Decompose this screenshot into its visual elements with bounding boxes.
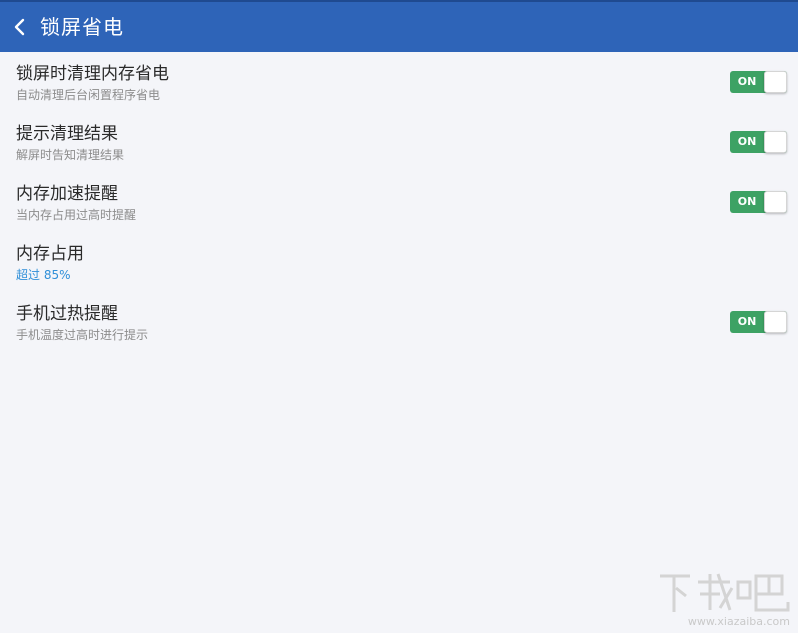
setting-subtitle: 手机温度过高时进行提示 <box>16 328 149 342</box>
setting-memory-boost-reminder[interactable]: 内存加速提醒 当内存占用过高时提醒 ON <box>0 172 798 232</box>
setting-title: 手机过热提醒 <box>16 304 118 324</box>
toggle-label: ON <box>737 75 757 88</box>
setting-title: 内存占用 <box>16 244 84 264</box>
chevron-left-icon <box>13 17 27 37</box>
setting-memory-usage-threshold[interactable]: 内存占用 超过 85% <box>0 232 798 292</box>
setting-show-clean-result[interactable]: 提示清理结果 解屏时告知清理结果 ON <box>0 112 798 172</box>
memory-threshold-value: 超过 85% <box>16 268 71 282</box>
toggle-knob <box>764 71 787 93</box>
setting-subtitle: 解屏时告知清理结果 <box>16 148 125 162</box>
setting-title: 内存加速提醒 <box>16 184 118 204</box>
back-button[interactable] <box>0 1 40 53</box>
watermark-url: www.xiazaiba.com <box>687 615 790 628</box>
overheat-reminder-toggle[interactable]: ON <box>730 311 787 333</box>
lock-clean-memory-toggle[interactable]: ON <box>730 71 787 93</box>
setting-lock-clean-memory[interactable]: 锁屏时清理内存省电 自动清理后台闲置程序省电 ON <box>0 52 798 112</box>
toggle-knob <box>764 131 787 153</box>
watermark: www.xiazaiba.com <box>654 568 794 630</box>
memory-boost-reminder-toggle[interactable]: ON <box>730 191 787 213</box>
show-clean-result-toggle[interactable]: ON <box>730 131 787 153</box>
setting-title: 锁屏时清理内存省电 <box>16 64 169 84</box>
setting-overheat-reminder[interactable]: 手机过热提醒 手机温度过高时进行提示 ON <box>0 292 798 352</box>
toggle-label: ON <box>737 195 757 208</box>
toggle-label: ON <box>737 135 757 148</box>
watermark-logo <box>660 573 790 612</box>
settings-list: 锁屏时清理内存省电 自动清理后台闲置程序省电 ON 提示清理结果 解屏时告知清理… <box>0 52 798 352</box>
setting-subtitle: 自动清理后台闲置程序省电 <box>16 88 161 102</box>
setting-title: 提示清理结果 <box>16 124 118 144</box>
toggle-knob <box>764 311 787 333</box>
toggle-knob <box>764 191 787 213</box>
setting-subtitle: 当内存占用过高时提醒 <box>16 208 137 222</box>
toggle-label: ON <box>737 315 757 328</box>
page-title: 锁屏省电 <box>40 15 124 39</box>
app-bar: 锁屏省电 <box>0 0 798 52</box>
